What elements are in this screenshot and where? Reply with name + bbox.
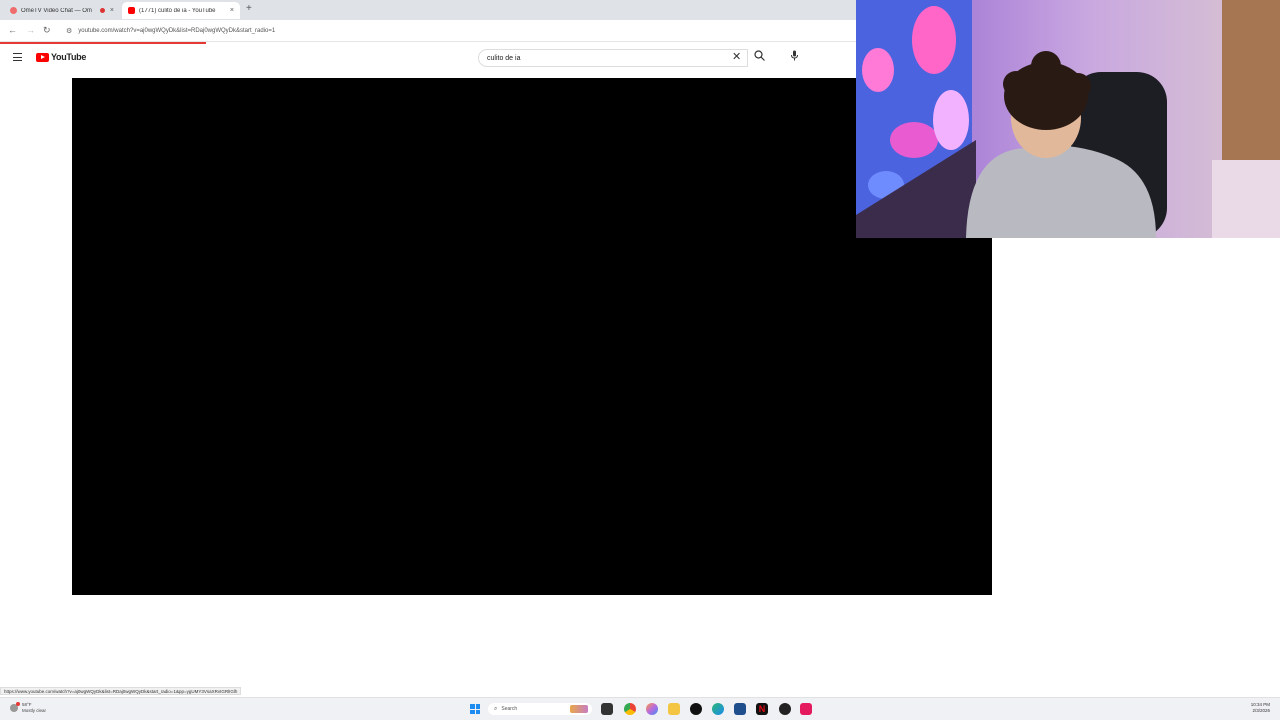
youtube-favicon-icon xyxy=(128,7,135,14)
youtube-logo[interactable]: YouTube xyxy=(36,52,86,62)
netflix-icon[interactable]: N xyxy=(756,703,768,715)
forward-arrow-icon[interactable]: → xyxy=(26,25,35,35)
windows-taskbar: 58°F Mostly clear ⌕ Search N 10:34 PM 2/… xyxy=(0,697,1280,720)
app-icon[interactable] xyxy=(779,703,791,715)
video-player[interactable] xyxy=(72,78,992,595)
tab-close-icon[interactable]: × xyxy=(230,7,234,14)
weather-desc: Mostly clear xyxy=(22,708,47,713)
webcam-image xyxy=(856,0,1280,238)
weather-temp: 58°F xyxy=(22,702,32,707)
task-view-icon[interactable] xyxy=(601,703,613,715)
edge-icon[interactable] xyxy=(712,703,724,715)
tab-title: OmeTV Video Chat — Om xyxy=(21,7,92,14)
clear-search-icon[interactable]: ✕ xyxy=(732,50,741,63)
youtube-play-icon xyxy=(36,52,49,62)
file-explorer-icon[interactable] xyxy=(668,703,680,715)
tab-close-icon[interactable]: × xyxy=(110,7,114,14)
tab-ometv[interactable]: OmeTV Video Chat — Om × xyxy=(4,2,120,19)
tiktok-red-icon[interactable] xyxy=(800,703,812,715)
taskbar-search[interactable]: ⌕ Search xyxy=(488,703,592,715)
search-icon[interactable] xyxy=(754,50,765,64)
site-info-icon[interactable]: ⚙ xyxy=(66,27,72,35)
tab-youtube[interactable]: (1771) culito de ia - YouTube × xyxy=(122,2,240,19)
search-input[interactable]: culito de ia xyxy=(478,49,748,67)
search-input-value: culito de ia xyxy=(487,54,521,62)
tiktok-icon[interactable] xyxy=(690,703,702,715)
link-status-url: https://www.youtube.com/watch?v=aj0wgWQy… xyxy=(0,687,242,695)
clock-time: 10:34 PM xyxy=(1250,702,1270,707)
streamer-webcam-overlay xyxy=(856,0,1280,238)
youtube-wordmark: YouTube xyxy=(51,52,87,62)
reload-icon[interactable]: ↻ xyxy=(43,25,51,36)
address-bar-url: youtube.com/watch?v=aj0wgWQyDk&list=RDaj… xyxy=(78,28,276,34)
back-arrow-icon[interactable]: ← xyxy=(8,25,17,35)
menu-icon[interactable] xyxy=(13,53,22,64)
ometv-favicon-icon xyxy=(10,7,17,14)
tab-title: (1771) culito de ia - YouTube xyxy=(139,7,216,14)
recording-indicator-icon xyxy=(99,8,105,13)
app-icon[interactable] xyxy=(646,703,658,715)
start-button-icon[interactable] xyxy=(470,704,480,714)
clock-date: 2/3/2026 xyxy=(1252,708,1270,713)
weather-widget[interactable]: 58°F Mostly clear xyxy=(10,702,46,714)
taskbar-clock[interactable]: 10:34 PM 2/3/2026 xyxy=(1251,702,1270,714)
new-tab-button[interactable]: + xyxy=(246,3,252,14)
screen: OmeTV Video Chat — Om × (1771) culito de… xyxy=(0,0,1280,720)
microphone-icon[interactable] xyxy=(790,50,799,63)
taskbar-search-label: Search xyxy=(501,706,518,712)
search-highlight-image xyxy=(570,705,588,713)
address-bar[interactable]: ⚙ youtube.com/watch?v=aj0wgWQyDk&list=RD… xyxy=(62,23,842,39)
search-icon: ⌕ xyxy=(494,705,498,712)
store-icon[interactable] xyxy=(734,703,746,715)
weather-icon xyxy=(10,702,20,712)
chrome-icon[interactable] xyxy=(624,703,636,715)
